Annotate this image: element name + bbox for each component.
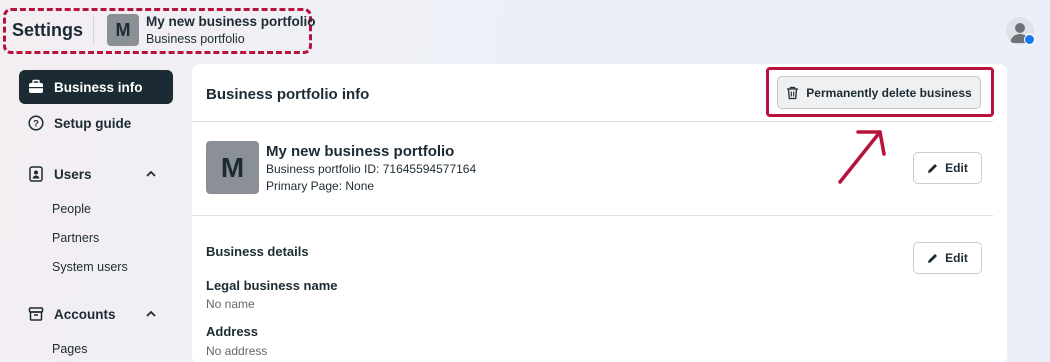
sidebar-item-setup-guide[interactable]: ? Setup guide [19, 106, 173, 140]
edit-portfolio-button[interactable]: Edit [913, 152, 982, 184]
pencil-icon [927, 253, 938, 264]
facebook-icon [1024, 34, 1035, 45]
annotation-arrow-icon [838, 130, 886, 184]
pencil-icon [927, 163, 938, 174]
archive-icon [27, 305, 45, 323]
legal-business-name-value: No name [206, 297, 255, 311]
sidebar-item-label: Business info [54, 79, 143, 95]
business-name: My new business portfolio [266, 143, 455, 160]
portfolio-switcher-type: Business portfolio [146, 32, 245, 46]
sidebar-subitem-pages[interactable]: Pages [52, 342, 87, 356]
divider [192, 215, 993, 216]
edit-label: Edit [945, 161, 968, 175]
business-id: Business portfolio ID: 71645594577164 [266, 162, 477, 176]
sidebar: Business info ? Setup guide Users People… [0, 62, 185, 362]
sidebar-subitem-system-users[interactable]: System users [52, 260, 128, 274]
permanently-delete-business-button[interactable]: Permanently delete business [777, 76, 981, 109]
sidebar-item-label: Setup guide [54, 115, 132, 131]
legal-business-name-label: Legal business name [206, 278, 338, 293]
top-bar: Settings M My new business portfolio Bus… [0, 0, 1050, 60]
primary-page: Primary Page: None [266, 179, 375, 193]
sidebar-subitem-people[interactable]: People [52, 202, 91, 216]
header-divider [93, 17, 94, 45]
trash-icon [786, 86, 799, 100]
address-value: No address [206, 344, 268, 358]
business-details-title: Business details [206, 244, 309, 259]
chevron-up-icon[interactable] [145, 168, 157, 180]
delete-button-label: Permanently delete business [806, 85, 972, 100]
sidebar-item-users[interactable]: Users [19, 157, 173, 191]
sidebar-item-accounts[interactable]: Accounts [19, 297, 173, 331]
help-circle-icon: ? [27, 114, 45, 132]
edit-details-button[interactable]: Edit [913, 242, 982, 274]
sidebar-subitem-partners[interactable]: Partners [52, 231, 99, 245]
sidebar-item-label: Accounts [54, 306, 116, 322]
briefcase-icon [27, 78, 45, 96]
portfolio-avatar[interactable]: M [107, 14, 139, 46]
sidebar-item-business-info[interactable]: Business info [19, 70, 173, 104]
business-info-card: Business portfolio info Permanently dele… [192, 64, 1007, 362]
address-label: Address [206, 324, 259, 339]
card-title: Business portfolio info [206, 86, 370, 103]
svg-text:?: ? [33, 119, 39, 130]
chevron-up-icon[interactable] [145, 308, 157, 320]
business-avatar: M [206, 141, 259, 194]
user-badge-icon [27, 165, 45, 183]
page-title: Settings [12, 20, 84, 40]
portfolio-switcher-name[interactable]: My new business portfolio [146, 14, 316, 29]
sidebar-item-label: Users [54, 166, 92, 182]
edit-label: Edit [945, 251, 968, 265]
